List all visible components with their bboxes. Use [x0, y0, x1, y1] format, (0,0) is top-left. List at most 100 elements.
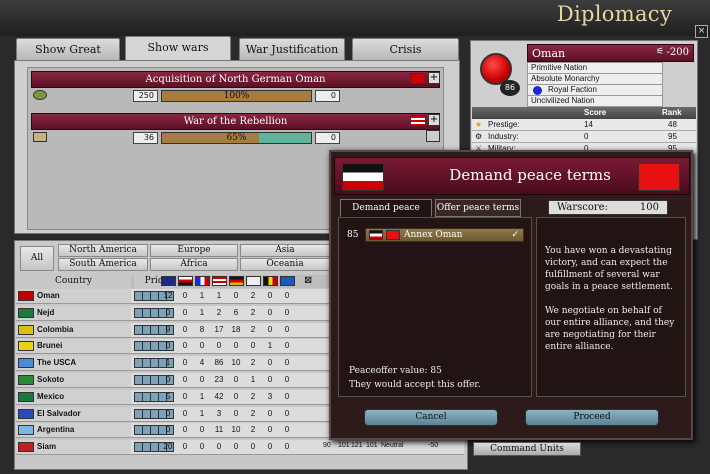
- influence-cell: 4: [199, 358, 205, 368]
- country-flag-icon: [18, 391, 34, 402]
- tab-show-wars[interactable]: Show wars: [125, 36, 231, 60]
- description-panel: You have won a devastating victory, and …: [536, 217, 686, 397]
- tab-demand-peace-terms[interactable]: Demand peace terms: [340, 199, 432, 230]
- war-title: War of the Rebellion: [183, 116, 288, 127]
- influence-cell: 0: [267, 375, 273, 384]
- influence-cell: 0: [233, 291, 239, 300]
- influence-cell: 0: [182, 307, 188, 317]
- region-europe[interactable]: Europe: [150, 244, 238, 257]
- tab-show-great-powers[interactable]: Show Great Powers: [16, 38, 120, 77]
- influence-cell: 0: [284, 442, 290, 452]
- influence-cell: 0: [233, 442, 239, 452]
- influence-cell: 5: [165, 391, 171, 401]
- influence-cell: 0: [267, 425, 273, 435]
- influence-cell: 0: [182, 341, 188, 351]
- war-progress-bar: 65%: [161, 132, 312, 144]
- relation-cell: -50: [428, 442, 439, 450]
- expand-war-button[interactable]: +: [428, 114, 440, 126]
- defender-flag-icon: [410, 73, 426, 84]
- window-title: Diplomacy: [556, 2, 672, 26]
- war-row-2[interactable]: War of the Rebellion: [31, 113, 440, 130]
- region-all-button[interactable]: All: [20, 246, 54, 271]
- influence-cell: 0: [182, 442, 188, 452]
- relation-cell: 101: [366, 442, 378, 450]
- influence-cell: 2: [250, 391, 256, 401]
- expand-war-button[interactable]: +: [428, 72, 440, 84]
- usa-flag-icon[interactable]: [212, 276, 227, 286]
- stat-rank: 48: [668, 120, 677, 129]
- influence-cell: 0: [267, 324, 273, 334]
- region-south-america[interactable]: South America: [58, 258, 148, 271]
- tab-offer-peace-terms[interactable]: Offer peace terms: [435, 199, 521, 217]
- region-africa[interactable]: Africa: [150, 258, 238, 271]
- description-1: You have won a devastating victory, and …: [545, 246, 673, 292]
- defender-score: 0: [315, 132, 340, 144]
- influence-cell: 3: [267, 391, 273, 401]
- relations-icon: ⚟: [656, 47, 665, 57]
- belgium-flag-icon[interactable]: [263, 276, 278, 286]
- france-flag-icon[interactable]: [195, 276, 210, 286]
- stat-label: Industry:: [488, 132, 519, 141]
- war-title: Acquisition of North German Oman: [145, 74, 326, 85]
- region-oceania[interactable]: Oceania: [240, 258, 330, 271]
- command-units-button[interactable]: Command Units: [473, 442, 581, 456]
- score-header: Score: [584, 108, 607, 117]
- influence-cell: 6: [233, 307, 239, 317]
- influence-cell: 23: [214, 375, 224, 384]
- influence-cell: 0: [284, 408, 290, 418]
- influence-cell: 1: [199, 307, 205, 317]
- player-flag-icon: [369, 230, 383, 240]
- influence-cell: 10: [231, 425, 241, 435]
- austria-flag-icon[interactable]: [246, 276, 261, 286]
- target-flag-icon: [638, 163, 680, 191]
- influence-cell: 1: [267, 341, 273, 351]
- term-annex-oman[interactable]: Annex Oman ✓: [365, 228, 524, 242]
- cancel-button[interactable]: Cancel: [364, 409, 498, 426]
- influence-cell: 11: [214, 425, 224, 435]
- defender-score: 0: [315, 90, 340, 102]
- influence-cell: 0: [267, 408, 273, 418]
- influence-cell: 0: [233, 341, 239, 351]
- party-icon: [533, 86, 542, 95]
- influence-cell: 17: [214, 324, 224, 334]
- region-north-america[interactable]: North America: [58, 244, 148, 257]
- influence-cell: 1: [199, 391, 205, 401]
- country-flag-icon: [18, 375, 34, 385]
- nation-name-bar: Oman ⚟ -200: [527, 44, 694, 62]
- influence-cell: 3: [216, 408, 222, 418]
- influence-cell: 0: [284, 307, 290, 317]
- uk-flag-icon[interactable]: [161, 276, 176, 286]
- sweden-flag-icon[interactable]: [280, 276, 295, 286]
- proceed-button[interactable]: Proceed: [525, 409, 659, 426]
- prussia-flag-icon[interactable]: [178, 276, 193, 286]
- country-column[interactable]: Country: [16, 275, 131, 288]
- influence-cell: 9: [165, 324, 171, 334]
- relations-score: -200: [666, 47, 689, 58]
- description-2: We negotiate on behalf of our entire all…: [545, 306, 675, 352]
- influence-cell: 8: [199, 324, 205, 334]
- war-row-1[interactable]: Acquisition of North German Oman: [31, 71, 440, 88]
- influence-cell: 0: [233, 375, 239, 384]
- warscore-label: Warscore:: [557, 202, 608, 213]
- region-asia[interactable]: Asia: [240, 244, 330, 257]
- target-flag-icon: [386, 230, 400, 240]
- relation-cell: 121: [351, 442, 363, 450]
- influence-cell: 0: [165, 408, 171, 418]
- term-label: Annex Oman: [404, 230, 463, 240]
- army-icon: [33, 90, 47, 100]
- war-progress-bar: 100%: [161, 90, 312, 102]
- influence-cell: 0: [199, 341, 205, 351]
- nation-status: Uncivilized Nation: [527, 95, 663, 107]
- tab-crisis[interactable]: Crisis: [352, 38, 459, 60]
- influence-cell: 2: [216, 307, 222, 317]
- influence-cell: 20: [163, 442, 173, 452]
- influence-cell: 2: [250, 358, 256, 368]
- dialog-title: Demand peace terms: [449, 166, 611, 184]
- influence-cell: 0: [250, 341, 256, 351]
- tab-war-justification[interactable]: War Justification: [239, 38, 345, 60]
- germany-flag-icon[interactable]: [229, 276, 244, 286]
- close-button[interactable]: ×: [695, 25, 708, 38]
- stat-row-prestige: ★ Prestige: 14 48: [472, 119, 696, 131]
- warscore-value: 100: [639, 202, 659, 213]
- war-icon[interactable]: ⊠: [304, 275, 312, 286]
